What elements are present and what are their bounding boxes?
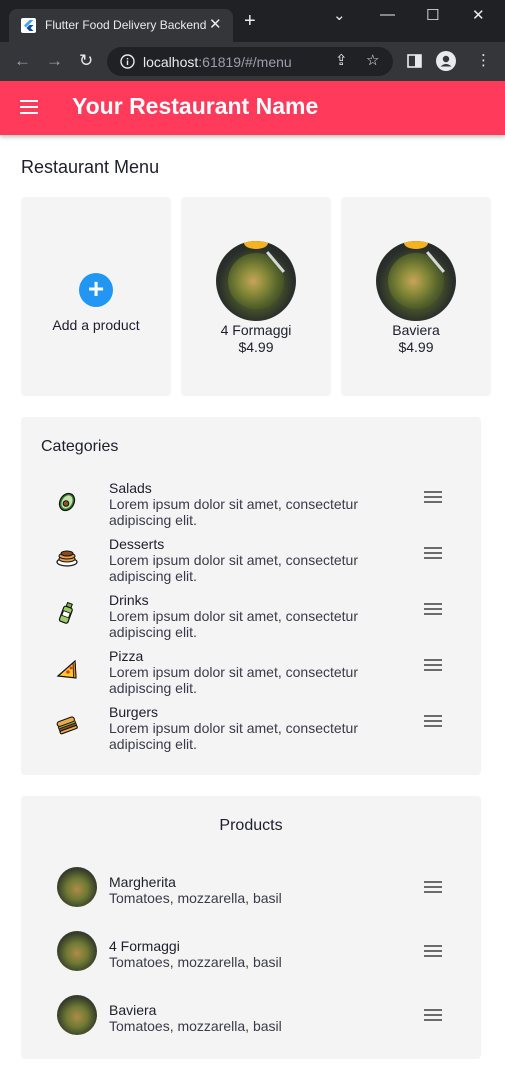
product-description: Tomatoes, mozzarella, basil — [109, 1018, 282, 1034]
app-viewport: Your Restaurant Name Restaurant Menu + A… — [0, 81, 505, 1079]
avocado-icon — [58, 492, 76, 512]
burger-icon — [56, 716, 78, 735]
drag-handle-icon[interactable] — [424, 547, 442, 559]
category-row[interactable]: Desserts Lorem ipsum dolor sit amet, con… — [21, 536, 481, 586]
address-bar[interactable]: localhost:61819/#/menu ⇪ ☆ — [107, 47, 393, 76]
product-card-price: $4.99 — [398, 339, 434, 355]
category-description: Lorem ipsum dolor sit amet, consectetur … — [109, 608, 358, 640]
category-description: Lorem ipsum dolor sit amet, consectetur … — [109, 720, 358, 752]
page-title: Restaurant Menu — [21, 157, 160, 177]
maximize-icon[interactable]: ☐ — [426, 6, 439, 24]
add-icon: + — [79, 273, 113, 307]
share-icon[interactable]: ⇪ — [335, 52, 348, 70]
tab-strip: Flutter Food Delivery Backend ✕ + ⌄ — ☐ … — [0, 0, 505, 42]
side-panel-icon[interactable] — [407, 54, 422, 68]
minimize-icon[interactable]: — — [380, 6, 395, 23]
drag-handle-icon[interactable] — [424, 659, 442, 671]
pizza-icon — [56, 659, 77, 679]
product-card-price: $4.99 — [238, 339, 274, 355]
category-row[interactable]: Burgers Lorem ipsum dolor sit amet, cons… — [21, 704, 481, 754]
info-icon[interactable] — [120, 54, 135, 69]
categories-panel: Categories Salads Lorem ipsum dolor sit … — [21, 417, 481, 775]
product-image — [216, 241, 296, 321]
category-title: Desserts — [109, 536, 165, 552]
bookmark-star-icon[interactable]: ☆ — [366, 52, 379, 70]
product-description: Tomatoes, mozzarella, basil — [109, 954, 282, 970]
forward-icon[interactable]: → — [46, 51, 63, 71]
drag-handle-icon[interactable] — [424, 491, 442, 503]
category-row[interactable]: Pizza Lorem ipsum dolor sit amet, consec… — [21, 648, 481, 698]
product-row[interactable]: 4 Formaggi Tomatoes, mozzarella, basil — [21, 931, 481, 973]
categories-heading: Categories — [41, 438, 119, 455]
product-row[interactable]: Baviera Tomatoes, mozzarella, basil — [21, 995, 481, 1037]
category-description: Lorem ipsum dolor sit amet, consectetur … — [109, 552, 358, 584]
url-path: :61819/#/menu — [198, 54, 292, 70]
product-title: Margherita — [109, 874, 176, 890]
category-row[interactable]: Salads Lorem ipsum dolor sit amet, conse… — [21, 480, 481, 530]
product-thumbnail — [57, 995, 97, 1035]
product-description: Tomatoes, mozzarella, basil — [109, 890, 282, 906]
tab-close-icon[interactable]: ✕ — [209, 15, 222, 33]
product-card[interactable]: 4 Formaggi $4.99 — [181, 197, 331, 396]
product-card[interactable]: Baviera $4.99 — [341, 197, 491, 396]
flutter-icon — [21, 18, 36, 33]
category-title: Salads — [109, 480, 152, 496]
category-title: Burgers — [109, 704, 159, 720]
bottle-icon — [58, 601, 73, 624]
profile-icon[interactable] — [436, 51, 456, 71]
new-tab-icon[interactable]: + — [244, 11, 256, 31]
add-product-label: Add a product — [52, 317, 140, 333]
product-thumbnail — [57, 867, 97, 907]
tab-search-icon[interactable]: ⌄ — [333, 6, 346, 24]
drag-handle-icon[interactable] — [424, 945, 442, 957]
url-host: localhost — [143, 54, 199, 70]
more-menu-icon[interactable]: ⋮ — [476, 52, 491, 70]
drag-handle-icon[interactable] — [424, 881, 442, 893]
tab-title: Flutter Food Delivery Backend — [45, 18, 207, 32]
drag-handle-icon[interactable] — [424, 1009, 442, 1021]
products-heading: Products — [219, 817, 283, 834]
drag-handle-icon[interactable] — [424, 715, 442, 727]
browser-tab[interactable]: Flutter Food Delivery Backend ✕ — [9, 9, 233, 42]
url-text: localhost:61819/#/menu — [143, 54, 292, 70]
product-title: 4 Formaggi — [109, 938, 180, 954]
add-product-card[interactable]: + Add a product — [21, 197, 171, 396]
back-icon[interactable]: ← — [14, 51, 31, 71]
window-close-icon[interactable]: ✕ — [472, 6, 485, 24]
product-card-name: Baviera — [392, 322, 440, 338]
category-description: Lorem ipsum dolor sit amet, consectetur … — [109, 664, 358, 696]
menu-icon[interactable] — [20, 100, 38, 114]
category-description: Lorem ipsum dolor sit amet, consectetur … — [109, 496, 358, 528]
app-title: Your Restaurant Name — [72, 93, 319, 119]
browser-toolbar: ← → ↻ localhost:61819/#/menu ⇪ ☆ ⋮ — [0, 42, 505, 81]
pancakes-icon — [56, 550, 78, 567]
drag-handle-icon[interactable] — [424, 603, 442, 615]
category-title: Pizza — [109, 648, 144, 664]
category-row[interactable]: Drinks Lorem ipsum dolor sit amet, conse… — [21, 592, 481, 642]
product-image — [376, 241, 456, 321]
products-panel: Products Margherita Tomatoes, mozzarella… — [21, 796, 481, 1059]
category-title: Drinks — [109, 592, 149, 608]
product-thumbnail — [57, 931, 97, 971]
product-card-name: 4 Formaggi — [220, 322, 292, 338]
product-row[interactable]: Margherita Tomatoes, mozzarella, basil — [21, 867, 481, 909]
app-bar: Your Restaurant Name — [0, 81, 505, 135]
reload-icon[interactable]: ↻ — [79, 51, 93, 71]
product-title: Baviera — [109, 1002, 157, 1018]
